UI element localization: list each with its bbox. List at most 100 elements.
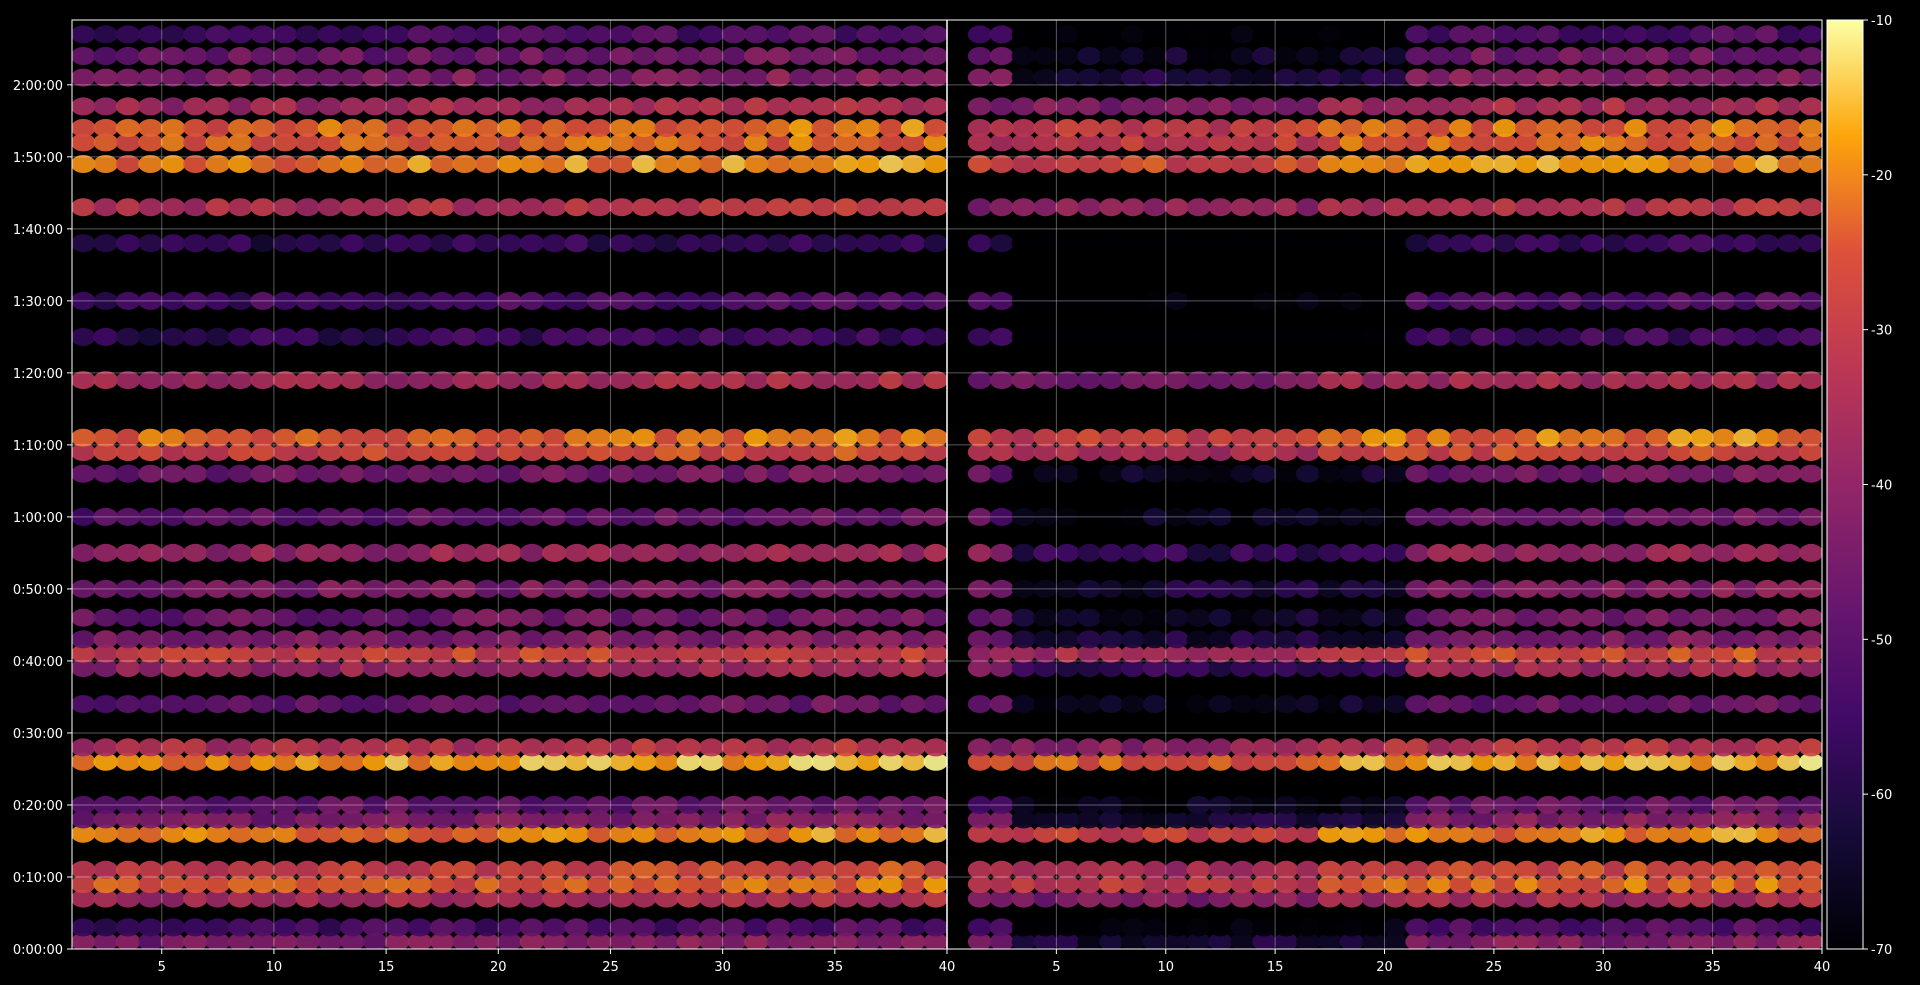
heatmap-cell xyxy=(1777,608,1802,627)
heatmap-cell xyxy=(1099,25,1124,44)
heatmap-cell xyxy=(1580,918,1605,937)
heatmap-cell xyxy=(115,25,141,44)
heatmap-cell xyxy=(1120,608,1145,627)
heatmap-cell xyxy=(1536,918,1561,937)
heatmap-cell xyxy=(519,918,545,937)
heatmap-cell xyxy=(609,543,634,562)
heatmap-cell xyxy=(967,543,992,562)
heatmap-cell xyxy=(1558,738,1583,757)
heatmap-cell xyxy=(1120,155,1145,173)
heatmap-cell xyxy=(878,428,904,447)
heatmap-cell xyxy=(989,155,1014,173)
heatmap-cell xyxy=(1536,234,1561,253)
heatmap-cell xyxy=(1274,918,1299,937)
heatmap-cell xyxy=(1011,860,1036,879)
heatmap-cell xyxy=(205,464,231,483)
heatmap-cell xyxy=(1208,695,1233,714)
heatmap-cell xyxy=(1667,630,1692,649)
heatmap-cell xyxy=(1099,327,1124,346)
heatmap-cell xyxy=(474,608,500,627)
heatmap-cell xyxy=(788,630,814,649)
heatmap-cell xyxy=(317,327,343,346)
heatmap-cell xyxy=(1142,738,1167,757)
heatmap-cell xyxy=(1602,543,1627,562)
heatmap-cell xyxy=(1186,918,1211,937)
heatmap-cell xyxy=(1186,860,1211,879)
heatmap-cell xyxy=(362,630,388,649)
heatmap-cell xyxy=(586,119,612,137)
heatmap-cell xyxy=(1449,25,1474,44)
heatmap-cell xyxy=(1602,97,1627,116)
heatmap-cell xyxy=(295,47,320,65)
heatmap-cell xyxy=(1645,327,1670,346)
heatmap-cell xyxy=(654,198,679,217)
heatmap-cell xyxy=(699,68,724,87)
heatmap-cell xyxy=(989,371,1014,390)
heatmap-cell xyxy=(93,695,118,714)
heatmap-cell xyxy=(923,695,947,714)
heatmap-cell xyxy=(72,464,96,483)
heatmap-cell xyxy=(228,630,253,649)
heatmap-cell xyxy=(856,47,881,65)
heatmap-cell xyxy=(676,68,702,87)
heatmap-cell xyxy=(250,327,275,346)
heatmap-cell xyxy=(474,428,500,447)
heatmap-cell xyxy=(407,608,433,627)
heatmap-cell xyxy=(1230,25,1255,44)
heatmap-cell xyxy=(1077,119,1102,137)
heatmap-cell xyxy=(788,68,814,87)
heatmap-cell xyxy=(205,695,231,714)
heatmap-cell xyxy=(385,47,410,65)
heatmap-cell xyxy=(138,97,163,116)
heatmap-cell xyxy=(1230,47,1255,65)
heatmap-cell xyxy=(1164,234,1189,253)
heatmap-cell xyxy=(385,608,410,627)
heatmap-cell xyxy=(744,119,769,137)
heatmap-cell xyxy=(1339,97,1364,116)
heatmap-cell xyxy=(115,327,141,346)
heatmap-cell xyxy=(923,97,947,116)
heatmap-cell xyxy=(407,860,433,879)
heatmap-cell xyxy=(967,608,992,627)
heatmap-cell xyxy=(542,918,567,937)
heatmap-cell xyxy=(160,155,186,173)
heatmap-cell xyxy=(1667,327,1692,346)
heatmap-cell xyxy=(1033,234,1058,253)
heatmap-cell xyxy=(1777,860,1802,879)
heatmap-cell xyxy=(407,738,433,757)
heatmap-cell xyxy=(788,860,814,879)
heatmap-cell xyxy=(340,47,365,65)
heatmap-cell xyxy=(1689,543,1714,562)
heatmap-cell xyxy=(317,234,343,253)
heatmap-cell xyxy=(452,543,477,562)
heatmap-cell xyxy=(542,155,567,173)
heatmap-cell xyxy=(72,918,96,937)
heatmap-cell xyxy=(856,198,881,217)
heatmap-cell xyxy=(138,155,163,173)
heatmap-cell xyxy=(250,543,275,562)
heatmap-cell xyxy=(1099,234,1124,253)
heatmap-cell xyxy=(407,630,433,649)
heatmap-cell xyxy=(1295,860,1320,879)
heatmap-cell xyxy=(1077,234,1102,253)
heatmap-cell xyxy=(1208,47,1233,65)
heatmap-cell xyxy=(1011,234,1036,253)
heatmap-cell xyxy=(93,464,118,483)
heatmap-cell xyxy=(1120,695,1145,714)
heatmap-cell xyxy=(93,234,118,253)
heatmap-cell xyxy=(586,860,612,879)
heatmap-cell xyxy=(72,327,96,346)
heatmap-cell xyxy=(1624,327,1649,346)
heatmap-cell xyxy=(1033,68,1058,87)
heatmap-cell xyxy=(1799,464,1822,483)
heatmap-cell xyxy=(1514,918,1539,937)
heatmap-cell xyxy=(452,630,477,649)
heatmap-cell xyxy=(183,155,208,173)
heatmap-cell xyxy=(1077,68,1102,87)
heatmap-cell xyxy=(407,25,433,44)
heatmap-cell xyxy=(1099,738,1124,757)
heatmap-cell xyxy=(1033,608,1058,627)
heatmap-cell xyxy=(1186,155,1211,173)
heatmap-cell xyxy=(811,198,836,217)
heatmap-cell xyxy=(542,119,567,137)
